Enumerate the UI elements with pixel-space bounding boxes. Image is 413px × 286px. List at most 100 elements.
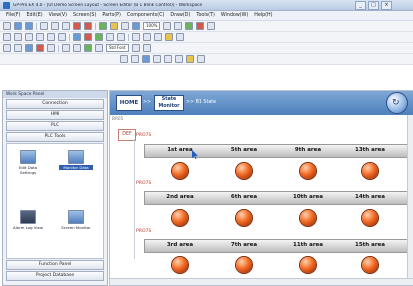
search-icon[interactable] [197, 55, 205, 63]
lamp-indicator[interactable] [300, 163, 316, 179]
pattern-icon[interactable] [47, 44, 55, 52]
lamp-indicator[interactable] [236, 163, 252, 179]
area-label[interactable]: 13th area [348, 147, 392, 153]
refresh-button[interactable]: ↻ [386, 92, 408, 114]
zoom-select[interactable]: 100% [143, 22, 161, 30]
stop-icon[interactable] [196, 22, 205, 30]
plc-button[interactable]: PLC [6, 121, 104, 131]
zoom-out-icon[interactable] [174, 22, 183, 30]
area-label[interactable]: 5th area [222, 147, 266, 153]
function-panel-button[interactable]: Function Panel [6, 260, 104, 270]
align-center-icon[interactable] [143, 33, 151, 41]
line-color-icon[interactable] [36, 44, 44, 52]
fill-color-icon[interactable] [25, 44, 33, 52]
plc-tools-button[interactable]: PLC Tools [6, 132, 104, 142]
flip-icon[interactable] [73, 44, 81, 52]
rectangle-icon[interactable] [25, 33, 33, 41]
list-item-edit-data[interactable]: Edit Data Settings [11, 150, 45, 175]
area-label[interactable]: 7th area [222, 242, 266, 248]
list-item-screen-monitor[interactable]: Screen Monitor [59, 210, 93, 230]
list-item-alarm-log[interactable]: Alarm Log View [11, 210, 45, 230]
menu-tools[interactable]: Tools(T) [196, 13, 215, 18]
area-label[interactable]: 14th area [348, 194, 392, 200]
distribute-icon[interactable] [153, 55, 161, 63]
save-icon[interactable] [25, 22, 33, 30]
build-icon[interactable] [99, 22, 107, 30]
copy-icon[interactable] [51, 22, 59, 30]
pointer-icon[interactable] [120, 55, 128, 63]
connection-button[interactable]: Connection [6, 99, 104, 109]
area-label[interactable]: 15th area [348, 242, 392, 248]
menu-file[interactable]: File(F) [6, 13, 21, 18]
circle-icon[interactable] [36, 33, 44, 41]
close-button[interactable]: × [381, 0, 392, 10]
library-icon[interactable] [84, 44, 92, 52]
open-icon[interactable] [14, 22, 22, 30]
layer-icon[interactable] [142, 55, 150, 63]
lamp-indicator[interactable] [172, 257, 188, 273]
list-item-monitor-data[interactable]: Monitor Data [59, 150, 93, 170]
bring-front-icon[interactable] [3, 44, 11, 52]
alarm-part-icon[interactable] [117, 33, 125, 41]
check-icon[interactable] [185, 22, 194, 30]
properties-icon[interactable] [207, 22, 216, 30]
menu-screen[interactable]: Screen(S) [73, 13, 96, 18]
font-select[interactable]: Std Font [106, 44, 129, 52]
graph-part-icon[interactable] [106, 33, 114, 41]
size-match-icon[interactable] [175, 55, 183, 63]
grid-icon[interactable] [121, 22, 129, 30]
ungroup-icon[interactable] [176, 33, 184, 41]
area-label[interactable]: 9th area [286, 147, 330, 153]
select-icon[interactable] [132, 22, 140, 30]
spacing-icon[interactable] [164, 55, 172, 63]
vertical-scrollbar[interactable] [407, 115, 413, 279]
lamp-indicator[interactable] [362, 257, 378, 273]
menu-view[interactable]: View(V) [49, 13, 67, 18]
area-label[interactable]: 10th area [286, 194, 330, 200]
switch-part-icon[interactable] [73, 33, 81, 41]
arc-icon[interactable] [47, 33, 55, 41]
project-database-button[interactable]: Project Database [6, 271, 104, 281]
minimize-button[interactable]: _ [355, 0, 366, 10]
transfer-icon[interactable] [110, 22, 118, 30]
menu-components[interactable]: Components(C) [127, 13, 164, 18]
lamp-indicator[interactable] [300, 257, 316, 273]
polyline-icon[interactable] [14, 33, 22, 41]
area-label[interactable]: 11th area [286, 242, 330, 248]
line-icon[interactable] [3, 33, 11, 41]
screen-editor[interactable]: HOME >> State Monitor >> B1 State ↻ BR05… [109, 90, 413, 286]
area-label[interactable]: 1st area [158, 147, 202, 153]
lamp-indicator[interactable] [172, 210, 188, 226]
maximize-button[interactable]: □ [368, 0, 379, 10]
address-icon[interactable] [95, 44, 103, 52]
menu-draw[interactable]: Draw(D) [170, 13, 190, 18]
lamp-indicator[interactable] [236, 257, 252, 273]
menu-edit[interactable]: Edit(E) [27, 13, 43, 18]
bold-icon[interactable] [131, 44, 140, 52]
hmi-button[interactable]: HMI [6, 110, 104, 120]
state-monitor-button[interactable]: State Monitor [154, 95, 184, 111]
cut-icon[interactable] [40, 22, 48, 30]
rotate-icon[interactable] [62, 44, 70, 52]
size-icon[interactable] [142, 44, 151, 52]
lamp-indicator[interactable] [236, 210, 252, 226]
area-label[interactable]: 3rd area [158, 242, 202, 248]
text-icon[interactable] [58, 33, 66, 41]
menu-parts[interactable]: Parts(P) [102, 13, 121, 18]
align-left-icon[interactable] [132, 33, 140, 41]
home-button[interactable]: HOME [116, 95, 142, 111]
paste-icon[interactable] [62, 22, 70, 30]
align-right-icon[interactable] [154, 33, 162, 41]
data-display-icon[interactable] [95, 33, 103, 41]
area-label[interactable]: 2nd area [158, 194, 202, 200]
lamp-indicator[interactable] [172, 163, 188, 179]
area-label[interactable]: 6th area [222, 194, 266, 200]
undo-icon[interactable] [73, 22, 81, 30]
lamp-indicator[interactable] [362, 163, 378, 179]
lamp-part-icon[interactable] [84, 33, 92, 41]
lock-icon[interactable] [186, 55, 194, 63]
snap-icon[interactable] [131, 55, 139, 63]
menu-window[interactable]: Window(W) [221, 13, 248, 18]
menu-help[interactable]: Help(H) [254, 13, 272, 18]
send-back-icon[interactable] [14, 44, 22, 52]
